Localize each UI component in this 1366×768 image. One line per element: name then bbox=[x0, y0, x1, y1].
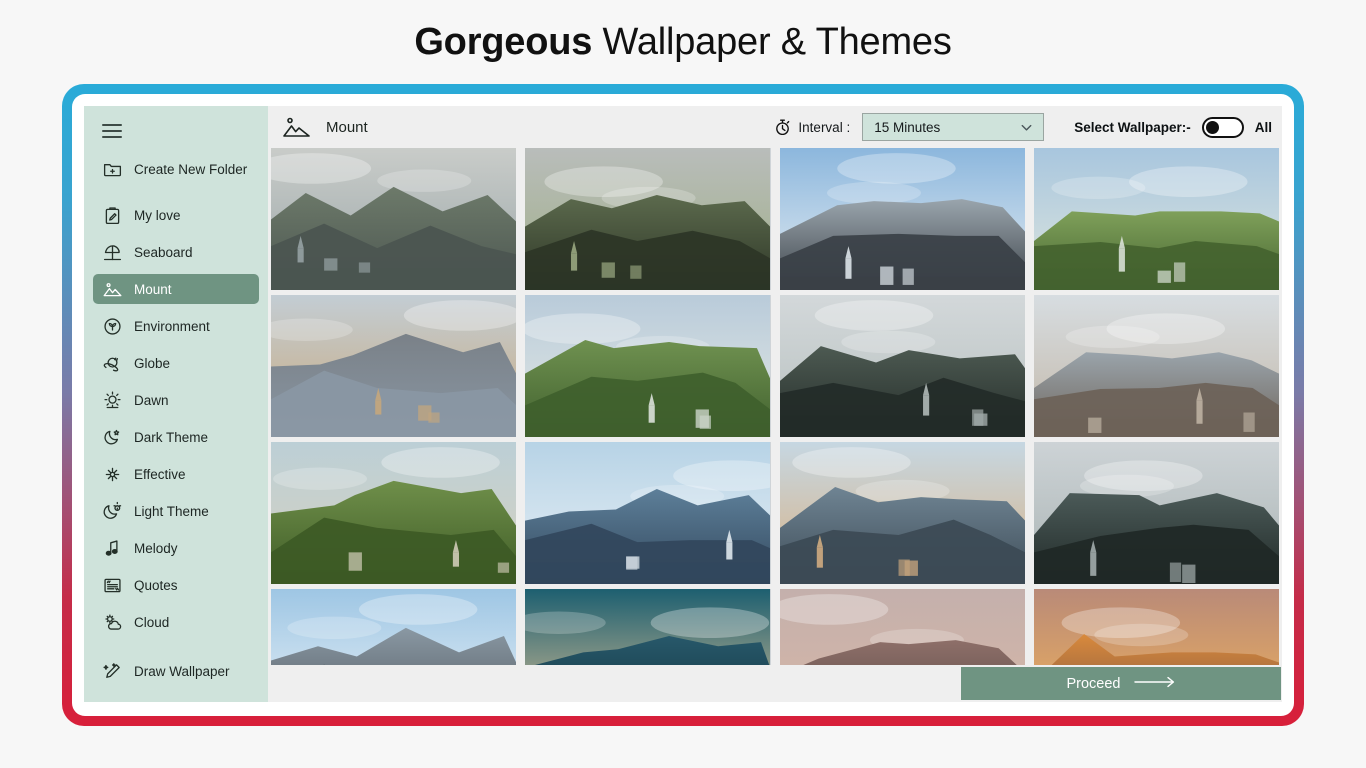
sidebar-item-quotes[interactable]: Quotes bbox=[93, 570, 259, 600]
sidebar-item-label: Cloud bbox=[134, 614, 170, 630]
clipboard-pencil-icon bbox=[102, 205, 123, 226]
interval-label: Interval : bbox=[798, 119, 851, 135]
sidebar-item-label: Effective bbox=[134, 466, 186, 482]
sidebar-item-seaboard[interactable]: Seaboard bbox=[93, 237, 259, 267]
sidebar-item-draw-wallpaper[interactable]: Draw Wallpaper bbox=[93, 656, 259, 686]
pencil-sparkle-icon bbox=[102, 661, 123, 682]
hamburger-bar bbox=[102, 136, 122, 138]
device-frame: Create New Folder My love Seaboard Mount… bbox=[62, 84, 1304, 726]
sidebar-item-label: Globe bbox=[134, 355, 171, 371]
interval-select[interactable]: 15 Minutes bbox=[862, 113, 1045, 141]
chevron-down-icon bbox=[1019, 120, 1034, 135]
sidebar-item-light-theme[interactable]: Light Theme bbox=[93, 496, 259, 526]
category-header: Mount bbox=[282, 114, 368, 140]
wallpaper-tile[interactable] bbox=[525, 442, 771, 584]
moon-sun-icon bbox=[102, 501, 123, 522]
wallpaper-tile[interactable] bbox=[525, 148, 771, 290]
mountain-icon bbox=[282, 114, 312, 140]
wallpaper-tile[interactable] bbox=[271, 295, 517, 437]
sidebar-item-label: Mount bbox=[134, 281, 172, 297]
page-title-strong: Gorgeous bbox=[414, 20, 593, 63]
wallpaper-tile[interactable] bbox=[525, 589, 771, 702]
hamburger-bar bbox=[102, 124, 122, 126]
wallpaper-tile[interactable] bbox=[779, 148, 1025, 290]
sidebar-item-label: Draw Wallpaper bbox=[134, 663, 230, 679]
wallpaper-grid bbox=[270, 148, 1280, 702]
sidebar-item-label: Dark Theme bbox=[134, 429, 209, 445]
wallpaper-tile[interactable] bbox=[1033, 295, 1279, 437]
wallpaper-tile[interactable] bbox=[271, 589, 517, 702]
sidebar-item-label: Create New Folder bbox=[134, 161, 248, 177]
wallpaper-tile[interactable] bbox=[271, 148, 517, 290]
wallpaper-tile[interactable] bbox=[525, 295, 771, 437]
sidebar-item-my-love[interactable]: My love bbox=[93, 200, 259, 230]
folder-plus-icon bbox=[102, 159, 123, 180]
cloud-sun-icon bbox=[102, 612, 123, 633]
wallpaper-tile[interactable] bbox=[779, 295, 1025, 437]
main-panel: Mount Interval : 15 Minutes Select Wallp… bbox=[268, 106, 1282, 702]
page-title: Gorgeous Wallpaper & Themes bbox=[414, 20, 952, 64]
flower-icon bbox=[102, 464, 123, 485]
sidebar-item-environment[interactable]: Environment bbox=[93, 311, 259, 341]
interval-select-value: 15 Minutes bbox=[874, 119, 941, 135]
sidebar-item-label: Dawn bbox=[134, 392, 169, 408]
leaf-circle-icon bbox=[102, 316, 123, 337]
proceed-label: Proceed bbox=[1066, 675, 1121, 692]
wallpaper-tile[interactable] bbox=[271, 442, 517, 584]
select-all-toggle[interactable] bbox=[1201, 116, 1244, 138]
sidebar-item-melody[interactable]: Melody bbox=[93, 533, 259, 563]
select-wallpaper-group: Select Wallpaper:- All bbox=[1074, 116, 1272, 138]
sunrise-icon bbox=[102, 390, 123, 411]
wallpaper-tile[interactable] bbox=[779, 442, 1025, 584]
hamburger-bar bbox=[102, 130, 122, 132]
proceed-button[interactable]: Proceed bbox=[961, 667, 1281, 700]
sidebar-item-dark-theme[interactable]: Dark Theme bbox=[93, 422, 259, 452]
sidebar-item-label: My love bbox=[134, 207, 181, 223]
wallpaper-tile[interactable] bbox=[1033, 148, 1279, 290]
sidebar-item-effective[interactable]: Effective bbox=[93, 459, 259, 489]
category-title: Mount bbox=[326, 118, 368, 136]
music-note-icon bbox=[102, 538, 123, 559]
sidebar-item-globe[interactable]: Globe bbox=[93, 348, 259, 378]
moon-star-icon bbox=[102, 427, 123, 448]
sidebar-item-create-new-folder[interactable]: Create New Folder bbox=[93, 154, 259, 184]
toggle-all-label: All bbox=[1254, 119, 1272, 135]
hamburger-icon[interactable] bbox=[102, 124, 122, 138]
page-title-light: Wallpaper & Themes bbox=[592, 20, 952, 63]
sidebar-item-label: Environment bbox=[134, 318, 210, 334]
arrow-right-icon bbox=[1133, 675, 1176, 693]
planet-icon bbox=[102, 353, 123, 374]
sidebar-item-label: Melody bbox=[134, 540, 178, 556]
sidebar-item-dawn[interactable]: Dawn bbox=[93, 385, 259, 415]
sidebar-item-cloud[interactable]: Cloud bbox=[93, 607, 259, 637]
page-banner: Gorgeous Wallpaper & Themes bbox=[0, 0, 1366, 84]
quote-card-icon bbox=[102, 575, 123, 596]
sidebar: Create New Folder My love Seaboard Mount… bbox=[84, 106, 268, 702]
device-bezel: Create New Folder My love Seaboard Mount… bbox=[72, 94, 1294, 716]
mountain-icon bbox=[102, 279, 123, 300]
stopwatch-icon bbox=[773, 118, 792, 137]
toolbar: Mount Interval : 15 Minutes Select Wallp… bbox=[268, 106, 1282, 148]
beach-umbrella-icon bbox=[102, 242, 123, 263]
sidebar-item-label: Seaboard bbox=[134, 244, 193, 260]
interval-group: Interval : bbox=[773, 118, 850, 137]
sidebar-item-label: Quotes bbox=[134, 577, 178, 593]
wallpaper-tile[interactable] bbox=[1033, 442, 1279, 584]
select-wallpaper-label: Select Wallpaper:- bbox=[1074, 119, 1191, 135]
sidebar-item-mount[interactable]: Mount bbox=[93, 274, 259, 304]
sidebar-item-label: Light Theme bbox=[134, 503, 209, 519]
wallpaper-grid-container: Proceed bbox=[268, 148, 1282, 702]
toggle-knob bbox=[1205, 120, 1219, 134]
app-window: Create New Folder My love Seaboard Mount… bbox=[84, 106, 1282, 702]
